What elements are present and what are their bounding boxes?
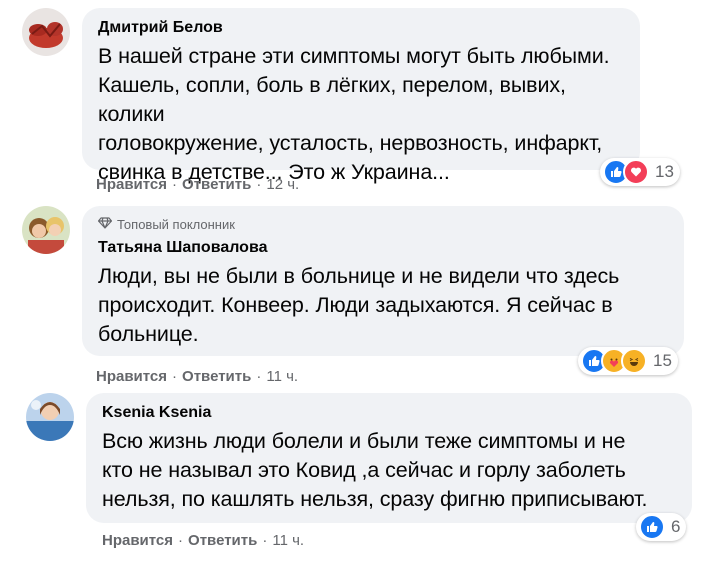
comment-text: Люди, вы не были в больнице и не видели … [98,262,668,349]
comment-author[interactable]: Дмитрий Белов [98,18,624,38]
separator-dot: · [172,368,178,385]
avatar[interactable] [22,8,70,56]
comment-text: В нашей стране эти симптомы могут быть л… [98,42,624,187]
reply-button[interactable]: Ответить [182,368,251,386]
comment-line: больнице. [98,322,199,346]
like-button[interactable]: Нравится [96,368,167,386]
comment-actions: Нравится · Ответить · 11 ч. [102,532,304,550]
comment-line: кто не называл это Ковид ,а сейчас и гор… [102,458,626,482]
comment-timestamp[interactable]: 12 ч. [266,176,299,194]
haha-reaction-icon [621,348,647,374]
reaction-count: 13 [655,162,674,181]
reaction-summary[interactable]: 6 [636,513,687,541]
comment-actions: Нравится · Ответить · 12 ч. [96,176,299,194]
comment-actions: Нравится · Ответить · 11 ч. [96,368,298,386]
comment-line: В нашей стране эти симптомы могут быть л… [98,44,610,68]
comment-line: Люди, вы не были в больнице и не видели … [98,264,620,288]
separator-dot: · [262,532,268,549]
separator-dot: · [256,176,262,193]
reply-button[interactable]: Ответить [188,532,257,550]
reaction-count: 6 [671,517,681,536]
avatar[interactable] [22,206,70,254]
badge-label: Топовый поклонник [117,217,235,232]
like-button[interactable]: Нравится [96,176,167,194]
comment-line: головокружение, усталость, нервозность, … [98,131,603,155]
reply-button[interactable]: Ответить [182,176,251,194]
separator-dot: · [256,368,262,385]
comment-bubble: Топовый поклонник Татьяна Шаповалова Люд… [82,206,684,356]
comment-line: нельзя, по кашлять нельзя, сразу фигню п… [102,487,648,511]
comment-author[interactable]: Ksenia Ksenia [102,403,676,423]
comment-timestamp[interactable]: 11 ч. [272,532,304,550]
comment-timestamp[interactable]: 11 ч. [266,368,298,386]
avatar[interactable] [26,393,74,441]
top-fan-badge: Топовый поклонник [97,216,668,234]
like-reaction-icon [639,514,665,540]
comment-line: Всю жизнь люди болели и были теже симпто… [102,429,626,453]
comment-bubble: Ksenia Ksenia Всю жизнь люди болели и бы… [86,393,692,523]
comment-author[interactable]: Татьяна Шаповалова [98,238,668,258]
comment-bubble: Дмитрий Белов В нашей стране эти симптом… [82,8,640,184]
separator-dot: · [178,532,184,549]
like-button[interactable]: Нравится [102,532,173,550]
love-reaction-icon [623,159,649,185]
reaction-summary[interactable]: 13 [600,158,680,186]
comment-line: происходит. Конвеер. Люди задыхаются. Я … [98,293,613,317]
comment-line: Кашель, сопли, боль в лёгких, перелом, в… [98,73,566,126]
comment-text: Всю жизнь люди болели и были теже симпто… [102,427,676,514]
reaction-summary[interactable]: 15 [578,347,678,375]
reaction-count: 15 [653,351,672,370]
separator-dot: · [172,176,178,193]
diamond-icon [97,216,113,234]
